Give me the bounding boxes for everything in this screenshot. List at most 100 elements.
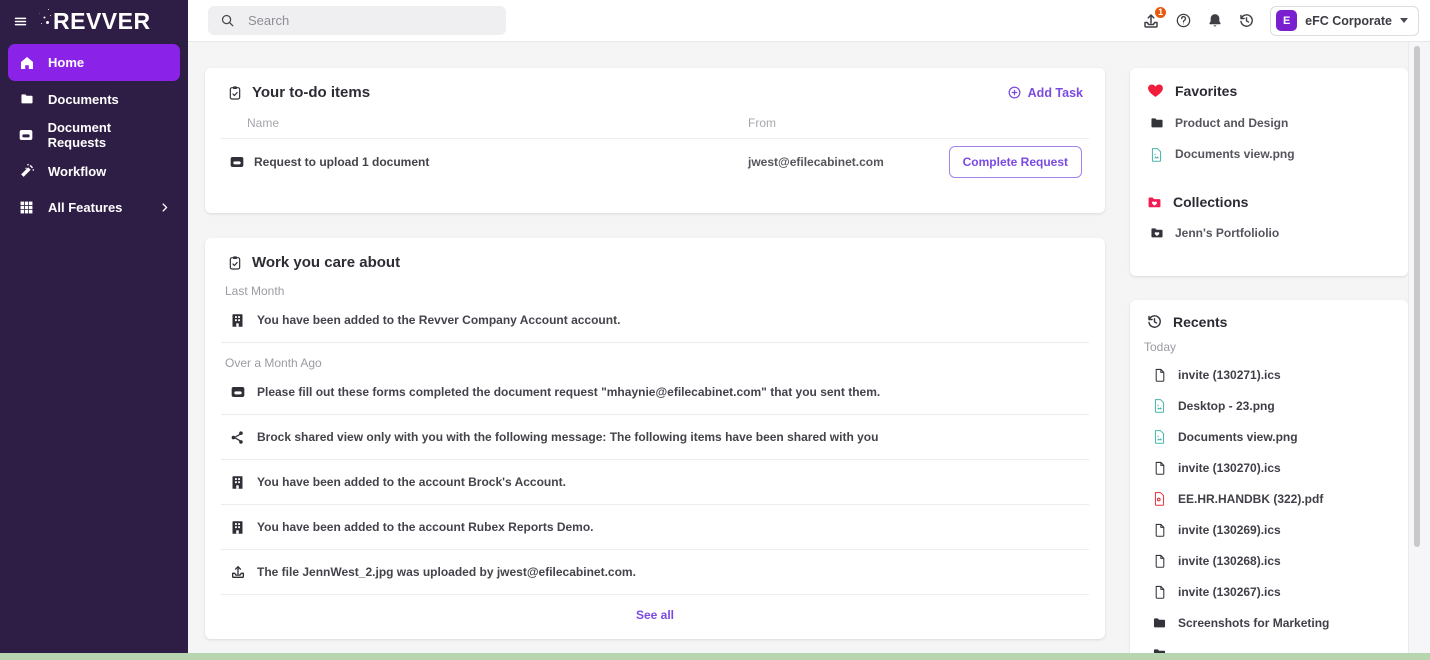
topbar-actions: 1 E eFC Corporate [1142, 6, 1430, 36]
collection-folder-icon [1146, 195, 1163, 210]
recent-item-label: Screenshots for Marketing [1178, 616, 1329, 630]
file-icon [1152, 367, 1167, 383]
recents-header: Recents [1144, 313, 1394, 330]
group-label-last-month: Last Month [205, 284, 1105, 298]
folder-icon [1152, 616, 1167, 630]
recent-item-partial[interactable] [1144, 638, 1394, 653]
sidebar-item-label: All Features [48, 200, 122, 215]
history-icon [1146, 313, 1163, 330]
revver-logo[interactable]: REVVER [44, 8, 151, 35]
activity-text: Please fill out these forms completed th… [257, 385, 880, 399]
activity-item[interactable]: You have been added to the account Brock… [205, 460, 1105, 504]
todo-name-cell: Request to upload 1 document [229, 154, 748, 170]
notifications-bell-button[interactable] [1207, 12, 1223, 29]
collection-folder-icon [1148, 226, 1165, 240]
chevron-right-icon [159, 202, 170, 213]
account-switcher[interactable]: E eFC Corporate [1270, 6, 1419, 36]
see-all-link[interactable]: See all [205, 608, 1105, 622]
activity-text: The file JennWest_2.jpg was uploaded by … [257, 565, 636, 579]
recent-item-label: invite (130270).ics [1178, 461, 1281, 475]
topbar: 1 E eFC Corporate [188, 0, 1430, 42]
favorites-card: Favorites Product and Design Documents v… [1130, 68, 1408, 276]
building-icon [229, 313, 246, 328]
sidebar-item-label: Document Requests [48, 120, 170, 150]
favorite-item[interactable]: Documents view.png [1146, 139, 1394, 169]
sidebar-item-label: Workflow [48, 164, 106, 179]
add-task-label: Add Task [1028, 86, 1083, 100]
image-file-icon [1148, 146, 1165, 163]
sidebar-item-workflow[interactable]: Workflow [8, 153, 180, 189]
help-button[interactable] [1175, 12, 1192, 29]
recent-item-label: Desktop - 23.png [1178, 399, 1275, 413]
todo-title-text: Your to-do items [252, 84, 370, 101]
folder-icon [18, 92, 35, 106]
todo-row[interactable]: Request to upload 1 document jwest@efile… [205, 139, 1105, 185]
hamburger-menu-icon[interactable] [13, 14, 28, 29]
recent-item[interactable]: EE.HR.HANDBK (322).pdf [1144, 483, 1394, 514]
recent-item[interactable]: invite (130268).ics [1144, 545, 1394, 576]
bottom-edge-strip [0, 653, 1430, 660]
recent-item[interactable]: invite (130269).ics [1144, 514, 1394, 545]
recent-item-label: invite (130269).ics [1178, 523, 1281, 537]
image-file-icon [1152, 428, 1167, 445]
file-icon [1152, 584, 1167, 600]
work-card: Work you care about Last Month You have … [205, 238, 1105, 639]
activity-item[interactable]: The file JennWest_2.jpg was uploaded by … [205, 550, 1105, 594]
activity-text: You have been added to the account Rubex… [257, 520, 594, 534]
recent-item[interactable]: Screenshots for Marketing [1144, 607, 1394, 638]
favorites-header: Favorites [1146, 82, 1394, 99]
home-icon [18, 55, 35, 71]
sidebar-item-home[interactable]: Home [8, 44, 180, 81]
column-header-name: Name [247, 116, 748, 130]
building-icon [229, 520, 246, 535]
favorite-item-label: Product and Design [1175, 116, 1288, 130]
scrollbar-thumb[interactable] [1414, 46, 1420, 547]
sidebar-item-document-requests[interactable]: Document Requests [8, 117, 180, 153]
todo-card-title: Your to-do items [227, 84, 370, 101]
recent-item-label: invite (130271).ics [1178, 368, 1281, 382]
collection-item[interactable]: Jenn's Portfoliolio [1146, 218, 1394, 248]
add-task-button[interactable]: Add Task [1007, 85, 1083, 100]
grid-icon [18, 200, 35, 215]
clipboard-icon [227, 85, 243, 101]
folder-icon [1148, 116, 1165, 130]
activity-item[interactable]: Please fill out these forms completed th… [205, 370, 1105, 414]
search-input[interactable] [248, 13, 494, 28]
upload-icon [229, 564, 246, 580]
clipboard-icon [227, 255, 243, 271]
search-box[interactable] [208, 6, 506, 35]
heart-icon [1146, 82, 1165, 99]
column-header-from: From [748, 116, 776, 130]
activity-text: You have been added to the account Brock… [257, 475, 566, 489]
file-icon [1152, 460, 1167, 476]
activity-item[interactable]: You have been added to the Revver Compan… [205, 298, 1105, 342]
sidebar-item-label: Home [48, 55, 84, 70]
activity-item[interactable]: Brock shared view only with you with the… [205, 415, 1105, 459]
recent-item-label: Documents view.png [1178, 430, 1298, 444]
sidebar-item-documents[interactable]: Documents [8, 81, 180, 117]
collections-title: Collections [1173, 194, 1248, 210]
recent-item[interactable]: Desktop - 23.png [1144, 390, 1394, 421]
recents-card: Recents Today invite (130271).ics Deskto… [1130, 300, 1408, 653]
account-avatar: E [1276, 10, 1297, 31]
recent-item-label: invite (130268).ics [1178, 554, 1281, 568]
complete-request-button[interactable]: Complete Request [949, 146, 1082, 178]
file-icon [1152, 522, 1167, 538]
recent-item[interactable]: invite (130267).ics [1144, 576, 1394, 607]
sidebar-item-all-features[interactable]: All Features [8, 189, 180, 225]
collections-header: Collections [1146, 194, 1394, 210]
favorite-item[interactable]: Product and Design [1146, 108, 1394, 138]
activity-item[interactable]: You have been added to the account Rubex… [205, 505, 1105, 549]
upload-button[interactable]: 1 [1142, 12, 1160, 30]
app-root: REVVER Home Documents Document Requests [0, 0, 1430, 660]
recent-item[interactable]: invite (130270).ics [1144, 452, 1394, 483]
favorite-item-label: Documents view.png [1175, 147, 1295, 161]
account-name: eFC Corporate [1305, 14, 1392, 28]
recent-item[interactable]: invite (130271).ics [1144, 359, 1394, 390]
collection-item-label: Jenn's Portfoliolio [1175, 226, 1279, 240]
recent-item[interactable]: Documents view.png [1144, 421, 1394, 452]
todo-name-text: Request to upload 1 document [254, 155, 429, 169]
history-button[interactable] [1238, 12, 1255, 29]
sidebar-nav: Home Documents Document Requests Workflo… [0, 44, 188, 225]
chevron-down-icon [1400, 18, 1408, 23]
